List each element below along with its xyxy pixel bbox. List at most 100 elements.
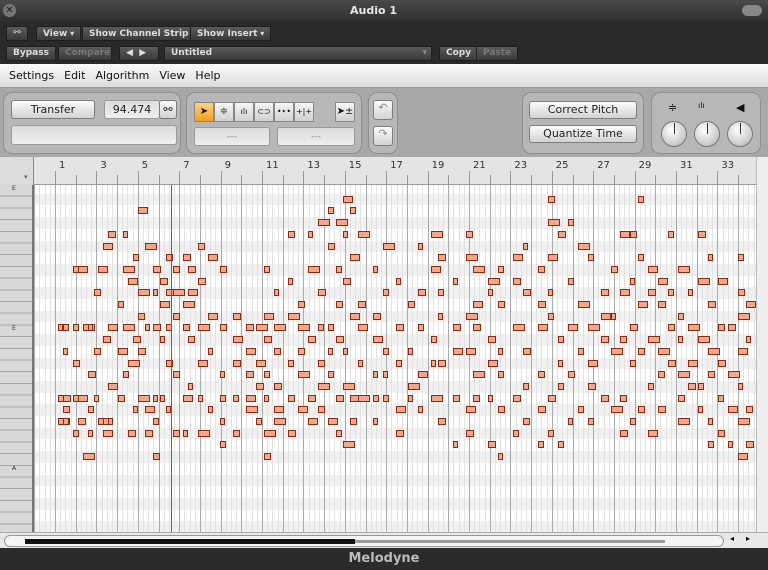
note-blob[interactable] (208, 347, 214, 355)
amplitude-tool-icon[interactable]: ⊂⊃ (254, 102, 274, 122)
note-blob[interactable] (287, 230, 295, 238)
note-blob[interactable] (452, 277, 458, 285)
note-blob[interactable] (688, 359, 699, 367)
note-blob[interactable] (103, 242, 114, 250)
note-blob[interactable] (350, 418, 358, 425)
compare-button[interactable]: Compare (58, 46, 112, 61)
note-blob[interactable] (93, 289, 101, 297)
note-blob[interactable] (465, 429, 474, 437)
note-blob[interactable] (629, 359, 636, 367)
timeline-ruler[interactable]: 1 3 5 7 9 11 13 15 17 19 21 23 25 27 29 31 33 (34, 157, 760, 185)
note-blob[interactable] (430, 336, 437, 344)
note-blob[interactable] (144, 429, 153, 437)
note-blob[interactable] (395, 324, 404, 332)
note-blob[interactable] (132, 336, 141, 344)
note-blob[interactable] (298, 406, 309, 414)
pitch-knob[interactable] (661, 121, 687, 147)
note-blob[interactable] (108, 230, 117, 238)
note-blob[interactable] (152, 418, 159, 425)
note-blob[interactable] (350, 312, 361, 320)
next-preset-icon[interactable]: ▶ (139, 48, 146, 58)
note-blob[interactable] (208, 406, 214, 414)
note-blob[interactable] (317, 324, 324, 332)
note-blob[interactable] (629, 230, 637, 238)
playhead[interactable] (170, 185, 172, 532)
note-blob[interactable] (317, 219, 330, 227)
note-blob[interactable] (298, 347, 306, 355)
note-blob[interactable] (465, 406, 476, 414)
note-blob[interactable] (274, 289, 280, 297)
note-blob[interactable] (547, 289, 553, 297)
note-blob[interactable] (547, 254, 558, 262)
note-blob[interactable] (122, 371, 129, 379)
note-blob[interactable] (373, 394, 380, 402)
note-blob[interactable] (182, 301, 195, 308)
note-blob[interactable] (667, 289, 674, 297)
note-blob[interactable] (62, 418, 69, 425)
note-blob[interactable] (629, 418, 636, 425)
note-blob[interactable] (308, 230, 314, 238)
note-blob[interactable] (611, 312, 617, 320)
note-blob[interactable] (220, 371, 226, 379)
note-blob[interactable] (298, 371, 311, 379)
tempo-link-icon[interactable]: ⚯ (159, 100, 177, 119)
note-blob[interactable] (465, 254, 478, 262)
note-blob[interactable] (718, 277, 729, 285)
note-blob[interactable] (547, 394, 556, 402)
note-blob[interactable] (233, 312, 242, 320)
note-blob[interactable] (263, 429, 276, 437)
volume-knob[interactable] (727, 121, 753, 147)
previous-preset-icon[interactable]: ◀ (126, 48, 133, 58)
note-blob[interactable] (538, 265, 545, 273)
note-blob[interactable] (523, 382, 530, 390)
note-blob[interactable] (568, 418, 574, 425)
note-blob[interactable] (182, 429, 188, 437)
toolbar-toggle-button[interactable] (742, 5, 762, 16)
note-blob[interactable] (465, 312, 478, 320)
note-blob[interactable] (62, 394, 71, 402)
note-blob[interactable] (568, 277, 575, 285)
note-blob[interactable] (187, 336, 195, 344)
menu-algorithm[interactable]: Algorithm (90, 64, 154, 82)
undo-icon[interactable]: ↶ (373, 100, 393, 120)
note-blob[interactable] (274, 406, 285, 414)
note-blob[interactable] (677, 418, 690, 425)
note-blob[interactable] (73, 359, 81, 367)
note-blob[interactable] (473, 371, 485, 379)
menu-view[interactable]: View (154, 64, 190, 82)
note-blob[interactable] (78, 394, 89, 402)
note-blob[interactable] (357, 324, 368, 332)
note-blob[interactable] (619, 394, 627, 402)
note-blob[interactable] (512, 429, 519, 437)
note-blob[interactable] (308, 265, 321, 273)
note-blob[interactable] (382, 289, 389, 297)
note-blob[interactable] (647, 265, 658, 273)
note-blob[interactable] (588, 418, 595, 425)
note-blob[interactable] (698, 406, 703, 414)
note-blob[interactable] (430, 265, 441, 273)
note-blob[interactable] (568, 219, 575, 227)
note-blob[interactable] (343, 195, 353, 203)
note-blob[interactable] (256, 324, 269, 332)
note-blob[interactable] (287, 429, 296, 437)
note-blob[interactable] (357, 301, 366, 308)
note-blob[interactable] (103, 429, 114, 437)
show-channel-strip-dropdown[interactable]: Show Channel Strip (82, 26, 203, 41)
note-blob[interactable] (568, 324, 579, 332)
note-blob[interactable] (577, 347, 584, 355)
note-blob[interactable] (498, 265, 505, 273)
note-blob[interactable] (637, 195, 644, 203)
note-blob[interactable] (600, 394, 609, 402)
note-blob[interactable] (197, 242, 205, 250)
note-blob[interactable] (577, 301, 590, 308)
note-blob[interactable] (707, 371, 715, 379)
note-blob[interactable] (737, 382, 743, 390)
note-blob[interactable] (138, 347, 147, 355)
show-insert-dropdown[interactable]: Show Insert (190, 26, 272, 41)
note-blob[interactable] (718, 394, 725, 402)
note-blob[interactable] (707, 347, 720, 355)
note-blob[interactable] (737, 453, 748, 461)
note-blob[interactable] (487, 394, 493, 402)
note-blob[interactable] (452, 394, 460, 402)
note-blob[interactable] (328, 371, 335, 379)
